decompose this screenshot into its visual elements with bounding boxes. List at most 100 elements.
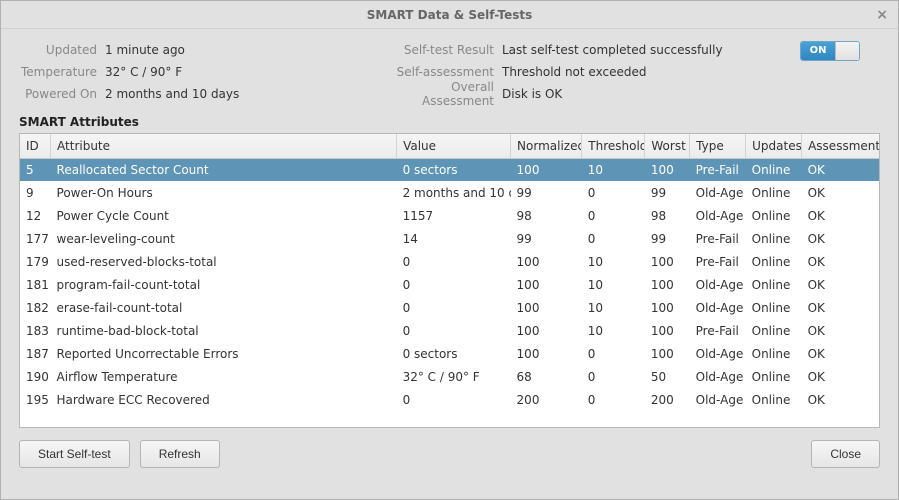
smart-toggle[interactable]: ON [800,41,860,61]
col-normalized[interactable]: Normalized [511,134,582,158]
cell-ass: OK [802,273,879,296]
cell-worst: 100 [645,273,690,296]
table-row[interactable]: 181program-fail-count-total010010100Old-… [20,273,879,296]
cell-type: Pre-Fail [690,319,746,342]
cell-ass: OK [802,388,879,411]
cell-val: 0 sectors [397,342,511,365]
temperature-value: 32° C / 90° F [105,65,182,79]
cell-thr: 10 [582,158,645,181]
cell-upd: Online [746,273,802,296]
cell-type: Old-Age [690,342,746,365]
attributes-table[interactable]: ID Attribute Value Normalized Threshold … [19,133,880,428]
col-updates[interactable]: Updates [746,134,802,158]
table-row[interactable]: 9Power-On Hours2 months and 10 days99099… [20,181,879,204]
col-type[interactable]: Type [690,134,746,158]
col-threshold[interactable]: Threshold [582,134,645,158]
cell-id: 179 [20,250,51,273]
cell-thr: 0 [582,204,645,227]
cell-attr: Power Cycle Count [51,204,397,227]
col-id[interactable]: ID [20,134,51,158]
table-row[interactable]: 195Hardware ECC Recovered02000200Old-Age… [20,388,879,411]
cell-attr: Reallocated Sector Count [51,158,397,181]
cell-norm: 98 [511,204,582,227]
col-worst[interactable]: Worst [645,134,690,158]
cell-upd: Online [746,158,802,181]
table-row[interactable]: 177wear-leveling-count1499099Pre-FailOnl… [20,227,879,250]
refresh-button[interactable]: Refresh [140,440,220,468]
table-row[interactable]: 12Power Cycle Count115798098Old-AgeOnlin… [20,204,879,227]
cell-upd: Online [746,204,802,227]
col-value[interactable]: Value [397,134,511,158]
cell-type: Pre-Fail [690,158,746,181]
cell-type: Pre-Fail [690,250,746,273]
cell-thr: 10 [582,250,645,273]
close-icon[interactable]: × [876,1,888,29]
cell-type: Pre-Fail [690,227,746,250]
cell-upd: Online [746,227,802,250]
cell-norm: 68 [511,365,582,388]
cell-type: Old-Age [690,204,746,227]
cell-thr: 0 [582,181,645,204]
cell-ass: OK [802,158,879,181]
start-selftest-button[interactable]: Start Self-test [19,440,130,468]
updated-value: 1 minute ago [105,43,185,57]
cell-attr: Reported Uncorrectable Errors [51,342,397,365]
cell-type: Old-Age [690,296,746,319]
cell-worst: 100 [645,296,690,319]
cell-val: 0 [397,388,511,411]
cell-norm: 100 [511,158,582,181]
cell-attr: erase-fail-count-total [51,296,397,319]
cell-attr: Power-On Hours [51,181,397,204]
cell-worst: 99 [645,227,690,250]
table-row[interactable]: 187Reported Uncorrectable Errors0 sector… [20,342,879,365]
cell-upd: Online [746,319,802,342]
cell-norm: 100 [511,342,582,365]
cell-upd: Online [746,181,802,204]
cell-ass: OK [802,342,879,365]
table-row[interactable]: 183runtime-bad-block-total010010100Pre-F… [20,319,879,342]
titlebar: SMART Data & Self-Tests × [1,1,898,29]
cell-attr: Airflow Temperature [51,365,397,388]
cell-thr: 10 [582,273,645,296]
cell-type: Old-Age [690,388,746,411]
table-row[interactable]: 182erase-fail-count-total010010100Old-Ag… [20,296,879,319]
cell-id: 183 [20,319,51,342]
cell-val: 0 [397,250,511,273]
cell-val: 0 [397,319,511,342]
close-button[interactable]: Close [811,440,880,468]
cell-thr: 10 [582,296,645,319]
cell-id: 181 [20,273,51,296]
cell-val: 0 sectors [397,158,511,181]
powered-on-label: Powered On [19,87,97,101]
cell-worst: 200 [645,388,690,411]
cell-worst: 100 [645,158,690,181]
cell-thr: 10 [582,319,645,342]
cell-attr: wear-leveling-count [51,227,397,250]
toggle-knob [835,42,859,60]
cell-id: 12 [20,204,51,227]
col-attribute[interactable]: Attribute [51,134,397,158]
cell-attr: runtime-bad-block-total [51,319,397,342]
cell-ass: OK [802,204,879,227]
cell-ass: OK [802,296,879,319]
cell-thr: 0 [582,365,645,388]
updated-label: Updated [19,43,97,57]
cell-norm: 99 [511,181,582,204]
toggle-on-label: ON [801,42,835,60]
cell-worst: 50 [645,365,690,388]
cell-val: 1157 [397,204,511,227]
table-row[interactable]: 5Reallocated Sector Count0 sectors100101… [20,158,879,181]
table-row[interactable]: 190Airflow Temperature32° C / 90° F68050… [20,365,879,388]
cell-ass: OK [802,181,879,204]
table-row[interactable]: 179used-reserved-blocks-total010010100Pr… [20,250,879,273]
col-assessment[interactable]: Assessment [802,134,879,158]
cell-id: 182 [20,296,51,319]
cell-ass: OK [802,319,879,342]
selftest-result-label: Self-test Result [379,43,494,57]
cell-norm: 100 [511,250,582,273]
cell-upd: Online [746,365,802,388]
cell-val: 0 [397,273,511,296]
cell-ass: OK [802,365,879,388]
cell-val: 14 [397,227,511,250]
window-title: SMART Data & Self-Tests [367,8,533,22]
